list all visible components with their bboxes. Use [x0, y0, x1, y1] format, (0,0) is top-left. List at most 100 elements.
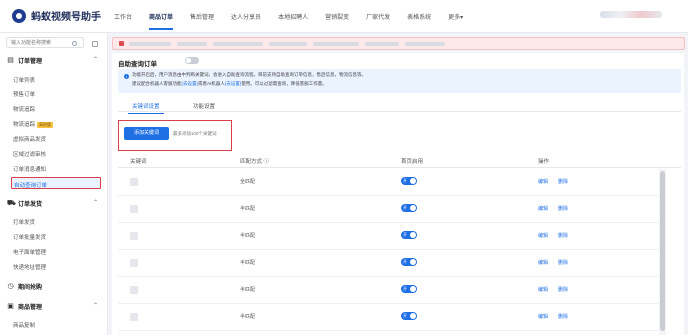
edit-link[interactable]: 编辑: [538, 286, 548, 293]
info-line-1: 功能开启后，用户消息由中判断关键词，会进入自助查询流程。目前支持自助查询订单信息…: [132, 72, 366, 77]
user-info-redacted[interactable]: [600, 11, 662, 18]
tab-feature-settings[interactable]: 功能设置: [193, 102, 215, 110]
nav-influencers[interactable]: 达人分享员: [231, 12, 261, 24]
sidebar-group-label: 期间抢购: [18, 284, 43, 291]
sidebar-group-label: 订单管理: [18, 58, 43, 65]
col-match: 匹配方式 ⓘ: [240, 159, 270, 165]
feature-toggle[interactable]: [185, 57, 199, 64]
nav-orders[interactable]: 商品订单: [149, 12, 174, 30]
nav-after-sales[interactable]: 售后管理: [190, 12, 214, 24]
sidebar-item-order-notify[interactable]: 订单消息通知: [13, 165, 46, 173]
sidebar-item-region-filter[interactable]: 区域过滤审核: [13, 150, 46, 158]
scrollbar-thumb[interactable]: [660, 171, 665, 331]
app-logo[interactable]: 蚂蚁视频号助手: [12, 8, 101, 23]
delete-link[interactable]: 删除: [558, 259, 568, 266]
enable-switch[interactable]: 开: [401, 258, 417, 266]
switch-label: 开: [403, 205, 407, 210]
nav-marketing[interactable]: 营销裂变: [325, 12, 349, 24]
table-header: 关键词 匹配方式 ⓘ 首页启用 操作: [118, 153, 681, 168]
sidebar-item-virtual-delivery[interactable]: 虚拟商品发货: [13, 135, 46, 143]
redacted-text: [313, 42, 359, 46]
nav-local-recruit[interactable]: 本地招聘人: [278, 12, 308, 24]
alert-banner: [112, 37, 685, 50]
sidebar-item-batch-ship[interactable]: 订单批量发货: [13, 233, 46, 241]
enable-switch[interactable]: 开: [401, 177, 417, 185]
delete-link[interactable]: 删除: [558, 232, 568, 239]
box-icon: ▣: [7, 302, 14, 310]
sidebar-group-orders[interactable]: ▤ 订单管理 ⌃: [0, 55, 108, 65]
table-scrollbar[interactable]: [659, 169, 666, 335]
match-type: 半匹配: [240, 206, 256, 212]
cart-icon: ▤: [7, 56, 14, 64]
switch-label: 开: [403, 259, 407, 264]
redacted-text: [269, 42, 307, 46]
sidebar: ▤ 订单管理 ⌃ 订单列表 预售订单 物流追踪 物流追踪高阶版 虚拟商品发货 区…: [0, 33, 108, 335]
main-content: 自助查询订单 i 功能开启后，用户消息由中判断关键词，会进入自助查询流程。目前支…: [110, 33, 688, 335]
redacted-text: [177, 42, 207, 46]
sidebar-group-shipping[interactable]: ⛟ 订单发货 ⌃: [0, 198, 108, 208]
edit-link[interactable]: 编辑: [538, 259, 548, 266]
table-row: 半匹配 开 编辑 删除: [118, 250, 663, 277]
sidebar-item-logistics-tracking[interactable]: 物流追踪: [13, 105, 35, 113]
match-type: 全匹配: [240, 179, 256, 185]
chevron-up-icon: ⌃: [92, 57, 98, 63]
sidebar-item-order-list[interactable]: 订单列表: [13, 76, 35, 84]
collapse-sidebar-icon[interactable]: [92, 41, 98, 47]
sidebar-item-waybill[interactable]: 电子面单管理: [13, 248, 46, 256]
edit-link[interactable]: 编辑: [538, 313, 548, 320]
nav-more[interactable]: 更多▾: [448, 12, 463, 24]
enable-switch[interactable]: 开: [401, 231, 417, 239]
enable-switch[interactable]: 开: [401, 204, 417, 212]
table-row: 半匹配 开 编辑 删除: [118, 304, 663, 331]
match-type: 半匹配: [240, 314, 256, 320]
setup-link[interactable]: (去设置): [182, 81, 199, 86]
sidebar-item-address[interactable]: 快递地址管理: [13, 263, 46, 271]
info-text: 使用。: [241, 81, 255, 86]
redacted-text: [213, 42, 263, 46]
match-type: 半匹配: [240, 287, 256, 293]
edit-link[interactable]: 编辑: [538, 232, 548, 239]
redacted-text: [129, 42, 171, 46]
sidebar-group-products[interactable]: ▣ 商品管理 ⌃: [0, 301, 108, 311]
nav-forms[interactable]: 表格系统: [407, 12, 431, 24]
col-actions: 操作: [538, 159, 550, 165]
redacted-keyword: [130, 313, 138, 321]
sidebar-item-auto-query[interactable]: 自动查询订单: [11, 177, 101, 189]
top-bar: 蚂蚁视频号助手 工作台 商品订单 售后管理 达人分享员 本地招聘人 营销裂变 厂…: [0, 0, 688, 33]
setup-ai-link[interactable]: (去设置): [225, 81, 242, 86]
info-text-ai: 或者AI机器人: [198, 81, 225, 86]
add-keyword-button[interactable]: 添加关键词: [124, 127, 169, 140]
clock-icon: ◷: [7, 282, 14, 290]
delete-link[interactable]: 删除: [558, 178, 568, 185]
sidebar-item-presale-orders[interactable]: 预售订单: [13, 90, 35, 98]
sidebar-item-logistics-tracking-pro[interactable]: 物流追踪 高阶版: [13, 120, 54, 128]
delete-link[interactable]: 删除: [558, 286, 568, 293]
warning-icon: [119, 41, 124, 46]
switch-label: 开: [403, 313, 407, 318]
sidebar-item-label: 物流追踪: [13, 122, 36, 128]
edit-link[interactable]: 编辑: [538, 178, 548, 185]
sidebar-item-product-copy[interactable]: 商品复制: [13, 321, 35, 329]
app-title: 蚂蚁视频号助手: [31, 12, 101, 23]
redacted-keyword: [130, 259, 138, 267]
enable-switch[interactable]: 开: [401, 285, 417, 293]
nav-workbench[interactable]: 工作台: [114, 12, 132, 24]
enable-switch[interactable]: 开: [401, 312, 417, 320]
auto-query-panel: 自助查询订单 i 功能开启后，用户消息由中判断关键词，会进入自助查询流程。目前支…: [112, 53, 684, 335]
delete-link[interactable]: 删除: [558, 313, 568, 320]
nav-dropship[interactable]: 厂家代发: [366, 12, 390, 24]
pro-badge: 高阶版: [37, 122, 54, 128]
edit-link[interactable]: 编辑: [538, 205, 548, 212]
delete-link[interactable]: 删除: [558, 205, 568, 212]
tab-keyword-settings[interactable]: 关键词设置: [128, 102, 163, 114]
table-row: 半匹配 开 编辑 删除: [118, 196, 663, 223]
match-type: 半匹配: [240, 233, 256, 239]
chevron-up-icon: ⌃: [92, 303, 98, 309]
sidebar-group-label: 订单发货: [18, 201, 43, 208]
search-icon[interactable]: [72, 41, 77, 46]
switch-label: 开: [403, 232, 407, 237]
sidebar-group-flash-sale[interactable]: ◷ 期间抢购: [0, 281, 108, 291]
redacted-text: [405, 42, 445, 46]
table-row: 半匹配 开 编辑 删除: [118, 223, 663, 250]
sidebar-item-print-ship[interactable]: 打单发货: [13, 218, 35, 226]
